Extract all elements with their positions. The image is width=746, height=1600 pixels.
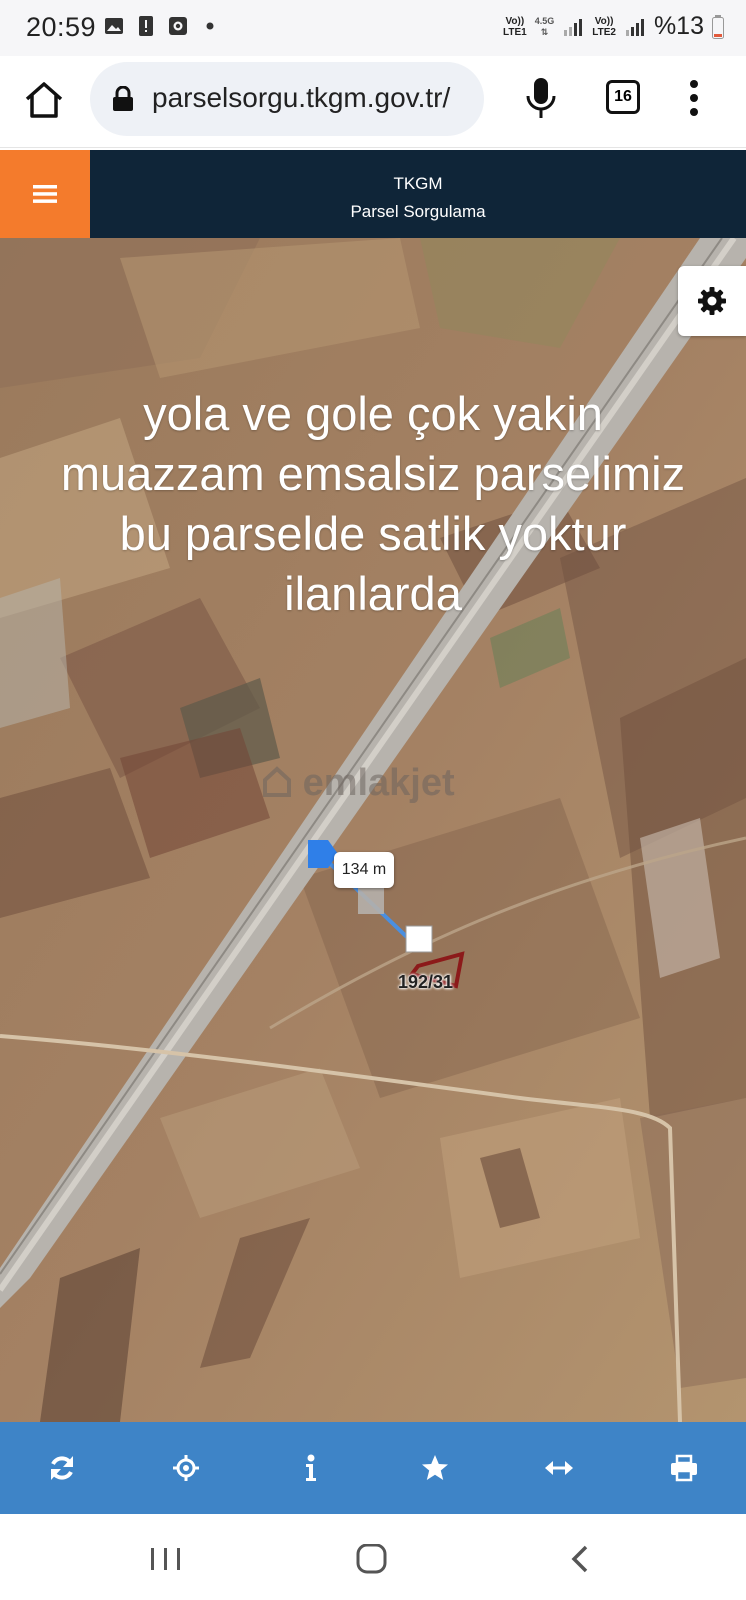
status-time: 20:59 [26,12,97,42]
notification-icons [104,15,220,37]
sim2-signal: Vo)) LTE2 [592,15,616,38]
measure-icon [545,1461,574,1475]
locate-button[interactable] [124,1422,248,1514]
map-toolbar [0,1422,746,1514]
refresh-button[interactable] [0,1422,124,1514]
image-icon [105,18,123,34]
overlay-line: ilanlarda [284,567,462,620]
star-icon [422,1455,449,1480]
signal-icon [625,18,644,36]
microphone-icon[interactable] [524,76,558,120]
app-title: TKGM [393,174,443,193]
overlay-text: yola ve gole çok yakin muazzam emsalsiz … [0,384,746,624]
print-icon [670,1454,697,1482]
parcel-label[interactable]: 192/31 [398,972,453,993]
gear-icon [698,287,726,315]
alert-icon [139,16,153,36]
address-bar[interactable]: parselsorgu.tkgm.gov.tr/ [90,62,484,136]
battery-icon [712,14,724,39]
url-text[interactable]: parselsorgu.tkgm.gov.tr/ [152,82,450,114]
app-subtitle: Parsel Sorgulama [350,202,486,221]
tab-switcher-button[interactable]: 16 [606,80,640,114]
hamburger-icon [33,185,57,203]
browser-toolbar: parselsorgu.tkgm.gov.tr/ 16 [0,56,746,148]
recent-apps-icon[interactable] [146,1544,186,1574]
settings-button[interactable] [678,266,746,336]
more-options-icon[interactable] [688,78,700,118]
battery-level: %13 [653,12,704,40]
system-nav-bar [0,1514,746,1600]
locate-icon [173,1455,200,1481]
overlay-line: muazzam emsalsiz parselimiz [60,447,686,500]
refresh-icon [51,1456,74,1480]
measure-button[interactable] [497,1422,621,1514]
favorite-button[interactable] [373,1422,497,1514]
info-icon [305,1454,316,1481]
watermark: emlakjet [262,762,455,805]
menu-button[interactable] [0,150,90,238]
map-view[interactable]: yola ve gole çok yakin muazzam emsalsiz … [0,238,746,1422]
home-nav-icon[interactable] [352,1544,392,1574]
lock-icon [113,86,133,111]
sim1-signal: Vo)) LTE1 [503,15,527,38]
overlay-line: bu parselde satlik yoktur [119,507,627,560]
back-icon[interactable] [562,1544,602,1574]
distance-label: 134 m [334,852,394,888]
home-icon[interactable] [22,78,66,122]
overlay-line: yola ve gole çok yakin [143,387,603,440]
status-bar: 20:59 Vo)) LTE1 4.5G ⇅ Vo)) LTE2 %13 [0,0,746,56]
record-icon [169,17,187,35]
header-title-block: TKGM Parsel Sorgulama [90,170,746,226]
info-button[interactable] [249,1422,373,1514]
dot-icon [206,22,214,30]
app-header: TKGM Parsel Sorgulama [0,150,746,238]
watermark-house-icon [263,766,291,797]
signal-icon [564,18,583,36]
network-type: 4.5G ⇅ [534,15,555,37]
print-button[interactable] [622,1422,746,1514]
